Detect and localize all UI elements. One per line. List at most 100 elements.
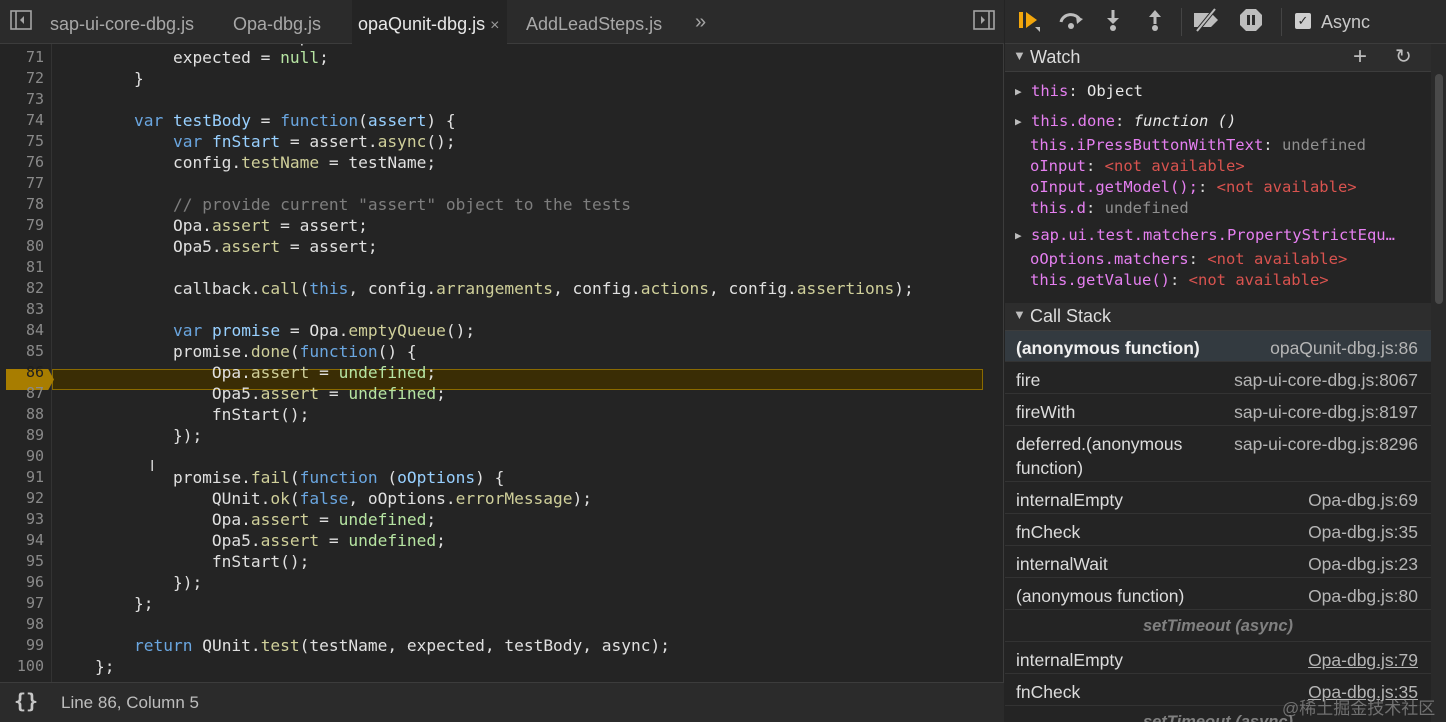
- call-stack-frame[interactable]: fireWith sap-ui-core-dbg.js:8197: [1005, 395, 1431, 426]
- watch-expression[interactable]: ▶ this: Object: [1005, 81, 1446, 102]
- code-line[interactable]: 86 Opa.assert = undefined;: [0, 362, 1004, 383]
- line-number[interactable]: 79: [0, 215, 44, 236]
- tab-opa-dbg-js[interactable]: Opa-dbg.js: [233, 0, 321, 44]
- tab-addleadsteps-js[interactable]: AddLeadSteps.js: [526, 0, 662, 44]
- pretty-print-button[interactable]: {}: [14, 689, 38, 713]
- call-stack-frame[interactable]: (anonymous function) Opa-dbg.js:80: [1005, 579, 1431, 610]
- line-number[interactable]: 77: [0, 173, 44, 194]
- line-number[interactable]: 71: [0, 47, 44, 68]
- line-number[interactable]: 92: [0, 488, 44, 509]
- line-number[interactable]: 88: [0, 404, 44, 425]
- code-line[interactable]: 77: [0, 173, 1004, 194]
- frame-location[interactable]: Opa-dbg.js:79: [1308, 648, 1418, 672]
- async-checkbox[interactable]: ✓: [1295, 13, 1311, 29]
- line-number[interactable]: 100: [0, 656, 44, 677]
- step-over-icon[interactable]: [1057, 8, 1085, 36]
- code-line[interactable]: 83: [0, 299, 1004, 320]
- code-line[interactable]: 75 var fnStart = assert.async();: [0, 131, 1004, 152]
- code-line[interactable]: 82 callback.call(this, config.arrangemen…: [0, 278, 1004, 299]
- expand-triangle-icon[interactable]: ▶: [1015, 225, 1022, 246]
- line-number[interactable]: 74: [0, 110, 44, 131]
- line-number[interactable]: 86: [0, 362, 44, 383]
- call-stack-frame[interactable]: internalWait Opa-dbg.js:23: [1005, 547, 1431, 578]
- call-stack-frame[interactable]: fnCheck Opa-dbg.js:35: [1005, 515, 1431, 546]
- call-stack-frame[interactable]: (anonymous function) opaQunit-dbg.js:86: [1005, 331, 1431, 362]
- code-line[interactable]: 92 QUnit.ok(false, oOptions.errorMessage…: [0, 488, 1004, 509]
- resume-icon[interactable]: [1015, 8, 1043, 36]
- line-number[interactable]: 84: [0, 320, 44, 341]
- line-number[interactable]: 90: [0, 446, 44, 467]
- line-number[interactable]: 78: [0, 194, 44, 215]
- code-line[interactable]: 89 });: [0, 425, 1004, 446]
- line-number[interactable]: 76: [0, 152, 44, 173]
- code-line[interactable]: 85 promise.done(function() {: [0, 341, 1004, 362]
- code-line[interactable]: 72 }: [0, 68, 1004, 89]
- code-line[interactable]: 98: [0, 614, 1004, 635]
- code-line[interactable]: 73: [0, 89, 1004, 110]
- line-number[interactable]: 82: [0, 278, 44, 299]
- code-line[interactable]: 96 });: [0, 572, 1004, 593]
- line-number[interactable]: 99: [0, 635, 44, 656]
- add-watch-icon[interactable]: +: [1353, 43, 1367, 71]
- step-out-icon[interactable]: [1141, 8, 1169, 36]
- line-number[interactable]: 94: [0, 530, 44, 551]
- close-tab-icon[interactable]: ×: [490, 17, 499, 34]
- call-stack-frame[interactable]: internalEmpty Opa-dbg.js:69: [1005, 483, 1431, 514]
- line-number[interactable]: 80: [0, 236, 44, 257]
- code-editor[interactable]: 70 callback = expected;71 expected = nul…: [0, 34, 1004, 682]
- line-number[interactable]: 81: [0, 257, 44, 278]
- code-line[interactable]: 84 var promise = Opa.emptyQueue();: [0, 320, 1004, 341]
- call-stack-section-header[interactable]: ▼ Call Stack: [1005, 303, 1446, 331]
- more-tabs-button[interactable]: »: [695, 0, 706, 44]
- call-stack-frame[interactable]: fire sap-ui-core-dbg.js:8067: [1005, 363, 1431, 394]
- code-line[interactable]: 94 Opa5.assert = undefined;: [0, 530, 1004, 551]
- step-into-icon[interactable]: [1099, 8, 1127, 36]
- code-line[interactable]: 80 Opa5.assert = assert;: [0, 236, 1004, 257]
- watch-expression[interactable]: this.iPressButtonWithText: undefined: [1005, 135, 1446, 156]
- pause-on-exceptions-icon[interactable]: [1237, 8, 1265, 36]
- code-line[interactable]: 74 var testBody = function(assert) {: [0, 110, 1004, 131]
- code-line[interactable]: 78 // provide current "assert" object to…: [0, 194, 1004, 215]
- line-number[interactable]: 89: [0, 425, 44, 446]
- code-line[interactable]: 95 fnStart();: [0, 551, 1004, 572]
- expand-triangle-icon[interactable]: ▶: [1015, 81, 1022, 102]
- code-line[interactable]: 71 expected = null;: [0, 47, 1004, 68]
- sidebar-scrollbar[interactable]: [1431, 44, 1446, 722]
- line-number[interactable]: 73: [0, 89, 44, 110]
- tab-opaqunit-dbg-js[interactable]: opaQunit-dbg.js ×: [352, 0, 508, 44]
- code-line[interactable]: 81: [0, 257, 1004, 278]
- scrollbar-thumb[interactable]: [1435, 74, 1443, 304]
- code-line[interactable]: 79 Opa.assert = assert;: [0, 215, 1004, 236]
- line-number[interactable]: 85: [0, 341, 44, 362]
- watch-section-header[interactable]: ▼ Watch + ↻: [1005, 43, 1446, 72]
- expand-triangle-icon[interactable]: ▶: [1015, 111, 1022, 132]
- watch-expression[interactable]: ▶ sap.ui.test.matchers.PropertyStrictEqu…: [1005, 225, 1446, 246]
- code-line[interactable]: 100 };: [0, 656, 1004, 677]
- line-number[interactable]: 83: [0, 299, 44, 320]
- line-number[interactable]: 96: [0, 572, 44, 593]
- line-number[interactable]: 97: [0, 593, 44, 614]
- watch-expression[interactable]: this.d: undefined: [1005, 198, 1446, 219]
- watch-expression[interactable]: oInput: <not available>: [1005, 156, 1446, 177]
- call-stack-frame[interactable]: deferred.(anonymous function) sap-ui-core…: [1005, 427, 1431, 482]
- code-line[interactable]: 97 };: [0, 593, 1004, 614]
- tab-sap-ui-core-dbg-js[interactable]: sap-ui-core-dbg.js: [50, 0, 194, 44]
- refresh-watch-icon[interactable]: ↻: [1395, 44, 1412, 69]
- watch-expression[interactable]: ▶ this.done: function (): [1005, 111, 1446, 132]
- line-number[interactable]: 93: [0, 509, 44, 530]
- toggle-navigator-icon[interactable]: [9, 10, 33, 34]
- line-number[interactable]: 98: [0, 614, 44, 635]
- code-line[interactable]: 87 Opa5.assert = undefined;: [0, 383, 1004, 404]
- watch-expression[interactable]: this.getValue(): <not available>: [1005, 270, 1446, 291]
- code-line[interactable]: 99 return QUnit.test(testName, expected,…: [0, 635, 1004, 656]
- line-number[interactable]: 87: [0, 383, 44, 404]
- code-line[interactable]: 93 Opa.assert = undefined;: [0, 509, 1004, 530]
- watch-expression[interactable]: oInput.getModel();: <not available>: [1005, 177, 1446, 198]
- line-number[interactable]: 91: [0, 467, 44, 488]
- code-line[interactable]: 88 fnStart();: [0, 404, 1004, 425]
- line-number[interactable]: 95: [0, 551, 44, 572]
- watch-expression[interactable]: oOptions.matchers: <not available>: [1005, 249, 1446, 270]
- code-line[interactable]: 76 config.testName = testName;: [0, 152, 1004, 173]
- toggle-debugger-sidebar-icon[interactable]: [972, 10, 996, 34]
- line-number[interactable]: 72: [0, 68, 44, 89]
